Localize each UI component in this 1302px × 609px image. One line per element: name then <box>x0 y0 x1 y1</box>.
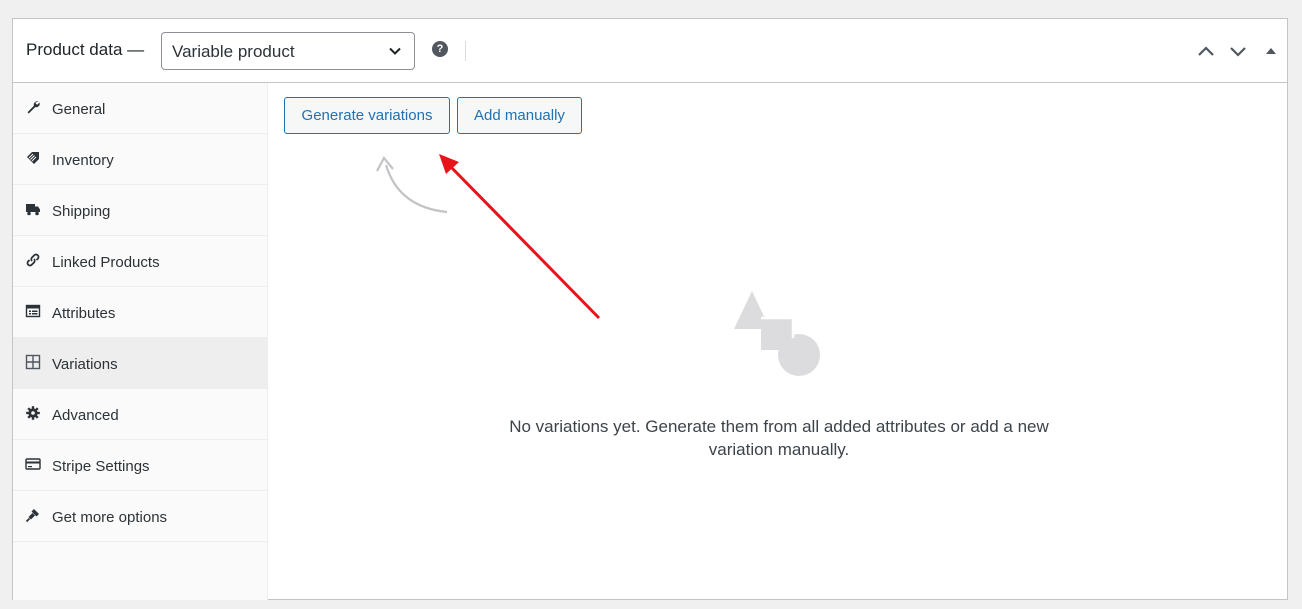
chevron-down-icon <box>389 47 401 55</box>
tab-linked-products[interactable]: Linked Products <box>13 236 267 287</box>
card-icon <box>25 458 41 470</box>
tab-variations[interactable]: Variations <box>13 338 267 389</box>
tag-icon <box>27 152 39 164</box>
hint-curve-arrow <box>376 156 448 214</box>
tab-general-label: General <box>52 101 106 118</box>
tab-advanced-label: Advanced <box>52 407 119 424</box>
tab-general[interactable]: General <box>13 83 267 134</box>
tab-stripe-settings-label: Stripe Settings <box>52 458 150 475</box>
panel-title: Product data — <box>26 40 145 59</box>
product-data-header: Product data — Variable product ? <box>13 19 1287 83</box>
product-type-value: Variable product <box>172 42 295 61</box>
grid-icon <box>25 354 41 370</box>
add-manually-button[interactable]: Add manually <box>457 97 582 134</box>
gear-icon <box>26 406 40 420</box>
red-callout-arrow <box>439 154 601 320</box>
tab-advanced[interactable]: Advanced <box>13 389 267 440</box>
question-mark-icon[interactable]: ? <box>432 41 448 57</box>
header-divider <box>465 41 466 61</box>
product-data-panel: Product data — Variable product ? Genera… <box>12 18 1288 600</box>
tab-get-more-options-label: Get more options <box>52 509 168 526</box>
tab-variations-label: Variations <box>52 356 118 373</box>
list-icon <box>25 304 41 318</box>
truck-icon <box>26 204 40 216</box>
shapes-icon <box>734 291 820 376</box>
tab-get-more-options[interactable]: Get more options <box>13 491 267 542</box>
tab-shipping[interactable]: Shipping <box>13 185 267 236</box>
variations-panel: Generate variations Add manually No vari… <box>269 83 1287 600</box>
product-type-select[interactable]: Variable product <box>161 32 415 70</box>
empty-state-message: No variations yet. Generate them from al… <box>509 417 1049 459</box>
tab-inventory[interactable]: Inventory <box>13 134 267 185</box>
link-icon <box>26 253 40 267</box>
generate-variations-button[interactable]: Generate variations <box>284 97 450 134</box>
product-data-tabs: General Inventory Shipping Linked Produc… <box>13 83 268 600</box>
chevron-down-icon[interactable] <box>1228 41 1248 61</box>
annotation-overlay <box>376 154 820 376</box>
wrench-icon <box>27 101 40 114</box>
chevron-up-icon[interactable] <box>1196 41 1216 61</box>
tab-attributes-label: Attributes <box>52 305 116 322</box>
tab-attributes[interactable]: Attributes <box>13 287 267 338</box>
tab-shipping-label: Shipping <box>52 203 111 220</box>
plug-icon <box>25 509 39 523</box>
tab-inventory-label: Inventory <box>52 152 114 169</box>
tab-stripe-settings[interactable]: Stripe Settings <box>13 440 267 491</box>
tab-linked-products-label: Linked Products <box>52 254 160 271</box>
collapse-triangle-icon[interactable] <box>1263 41 1279 61</box>
